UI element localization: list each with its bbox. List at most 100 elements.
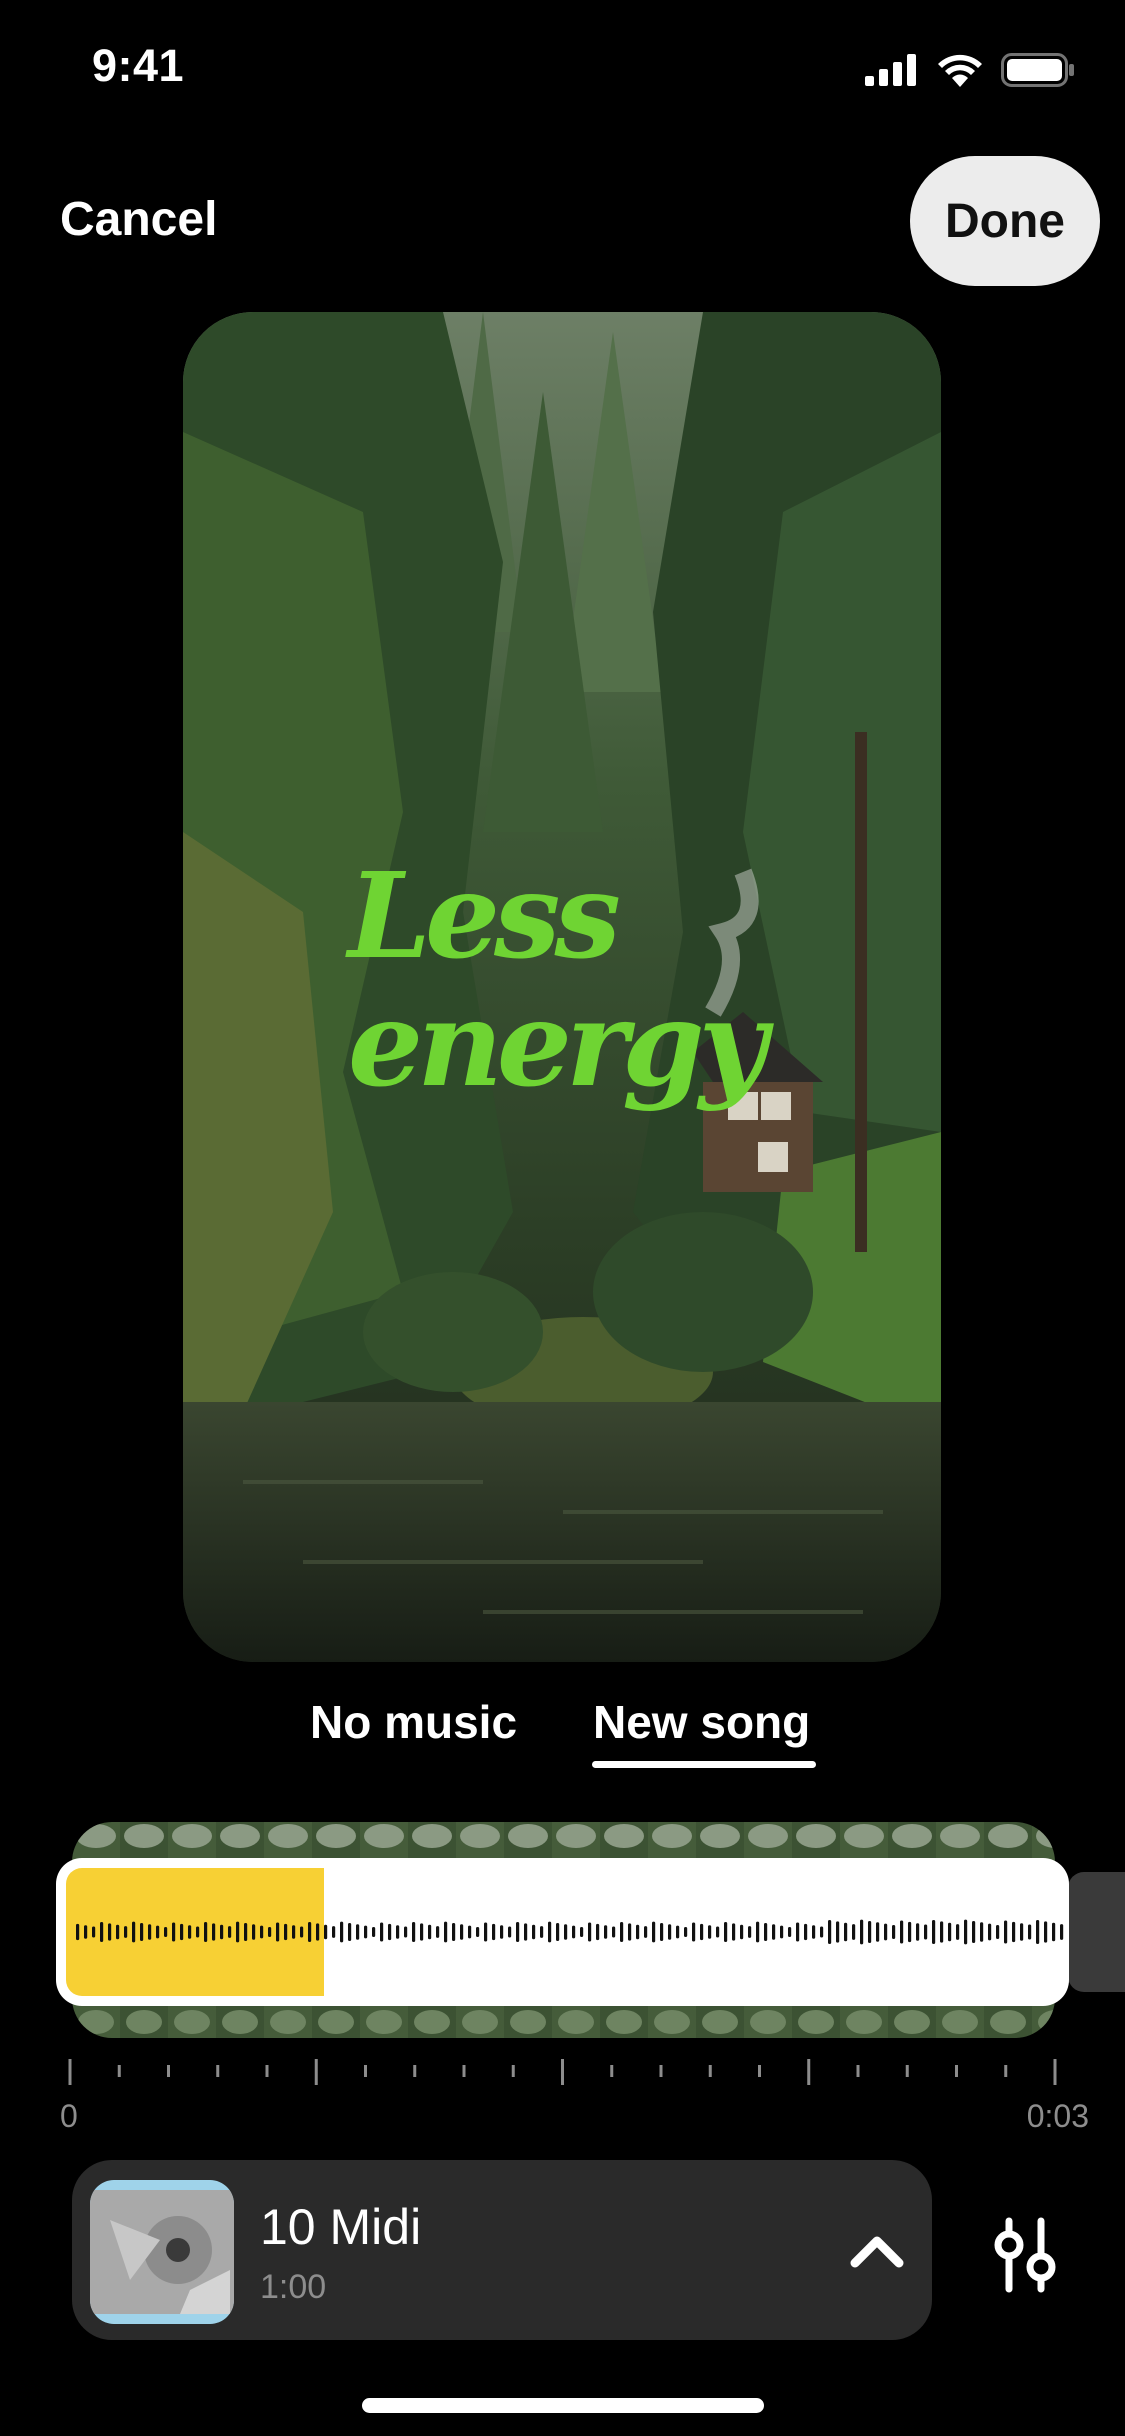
waveform-bar	[852, 1924, 856, 1940]
waveform-bar	[292, 1925, 296, 1939]
waveform-bar	[148, 1924, 152, 1940]
waveform-bar	[108, 1923, 112, 1941]
waveform-bar	[860, 1919, 864, 1945]
waveform-bar	[788, 1927, 792, 1937]
waveform-bar	[820, 1926, 824, 1938]
waveform-bar	[900, 1920, 904, 1944]
battery-icon	[1001, 53, 1074, 87]
waveform-bar	[260, 1925, 264, 1939]
song-title: 10 Midi	[260, 2199, 422, 2255]
waveform-bar	[1036, 1920, 1040, 1944]
waveform-bar	[228, 1926, 232, 1938]
home-indicator[interactable]	[362, 2398, 764, 2413]
waveform-bar	[996, 1925, 1000, 1939]
waveform-bar	[220, 1924, 224, 1940]
waveform-bar	[892, 1925, 896, 1939]
waveform-bar	[476, 1927, 480, 1937]
waveform-bar	[940, 1921, 944, 1943]
waveform-bar	[628, 1923, 632, 1941]
waveform-bar	[180, 1923, 184, 1941]
waveform-bar	[364, 1925, 368, 1939]
waveform-bar	[740, 1924, 744, 1940]
waveform-bar	[212, 1923, 216, 1941]
cancel-button[interactable]: Cancel	[60, 192, 217, 247]
waveform-bar	[188, 1925, 192, 1939]
song-duration: 1:00	[260, 2268, 327, 2306]
waveform-bar	[556, 1922, 560, 1942]
waveform-bar	[380, 1922, 384, 1942]
waveform-bar	[1004, 1920, 1008, 1944]
waveform-bar	[340, 1921, 344, 1943]
timeline-ruler	[60, 2055, 1080, 2095]
waveform-bar	[660, 1922, 664, 1942]
waveform-bar	[372, 1927, 376, 1937]
timeline-start-label: 0	[60, 2098, 78, 2134]
waveform-bar	[812, 1925, 816, 1939]
waveform-bar	[500, 1925, 504, 1939]
done-button[interactable]: Done	[910, 156, 1100, 286]
waveform-bar	[332, 1926, 336, 1938]
waveform-bar	[572, 1925, 576, 1939]
waveform-bar	[780, 1925, 784, 1939]
waveform-bar	[716, 1926, 720, 1938]
waveform-bar	[268, 1927, 272, 1937]
waveform-bar	[548, 1921, 552, 1943]
waveform-bar	[396, 1925, 400, 1939]
waveform-bar	[172, 1922, 176, 1942]
waveform-bar	[164, 1927, 168, 1937]
waveform-bar	[452, 1922, 456, 1942]
waveform-bar	[636, 1924, 640, 1940]
waveform-bar	[124, 1926, 128, 1938]
waveform-bar	[644, 1926, 648, 1938]
waveform-bar	[884, 1923, 888, 1941]
waveform-bar	[140, 1922, 144, 1942]
audio-track-trimmer[interactable]	[60, 1862, 1065, 2002]
waveform-bar	[524, 1923, 528, 1941]
sliders-icon[interactable]	[985, 2215, 1065, 2295]
tab-no-music[interactable]: No music	[310, 1695, 517, 1749]
timeline-end-label: 0:03	[1026, 2098, 1089, 2134]
waveform-bar	[836, 1921, 840, 1943]
chevron-up-icon[interactable]	[842, 2216, 912, 2286]
video-preview[interactable]: Less energy	[183, 312, 941, 1662]
waveform-bar	[868, 1920, 872, 1944]
waveform-bar	[596, 1923, 600, 1941]
waveform-bar	[908, 1921, 912, 1943]
selected-song-card[interactable]: 10 Midi 1:00	[72, 2160, 932, 2340]
waveform-bar	[756, 1921, 760, 1943]
waveform-bar	[748, 1926, 752, 1938]
waveform-bar	[924, 1924, 928, 1940]
waveform-bar	[604, 1925, 608, 1939]
overlay-text[interactable]: Less energy	[348, 852, 767, 1108]
waveform-bar	[428, 1924, 432, 1940]
waveform-bar	[620, 1922, 624, 1942]
waveform-bar	[828, 1920, 832, 1944]
waveform-bar	[916, 1923, 920, 1941]
waveform-bar	[1028, 1924, 1032, 1940]
waveform-bar	[316, 1923, 320, 1941]
waveform-bar	[388, 1923, 392, 1941]
waveform-bar	[708, 1925, 712, 1939]
waveform-bar	[532, 1924, 536, 1940]
waveform-bar	[92, 1926, 96, 1938]
waveform-bar	[972, 1920, 976, 1944]
waveform-bar	[668, 1924, 672, 1940]
waveform-bar	[580, 1927, 584, 1937]
status-icons	[865, 50, 1075, 90]
tab-new-song[interactable]: New song	[593, 1695, 810, 1749]
audio-waveform	[76, 1919, 1064, 1945]
waveform-bar	[732, 1923, 736, 1941]
waveform-bar	[692, 1922, 696, 1942]
waveform-bar	[300, 1926, 304, 1938]
waveform-bar	[1012, 1921, 1016, 1943]
tab-selected-underline	[592, 1761, 816, 1768]
next-track-segment[interactable]	[1068, 1872, 1125, 1992]
waveform-bar	[988, 1923, 992, 1941]
waveform-bar	[948, 1922, 952, 1942]
cellular-signal-icon	[865, 54, 916, 86]
waveform-bar	[324, 1924, 328, 1940]
waveform-bar	[588, 1922, 592, 1942]
waveform-bar	[348, 1922, 352, 1942]
waveform-bar	[420, 1923, 424, 1941]
waveform-bar	[204, 1922, 208, 1942]
